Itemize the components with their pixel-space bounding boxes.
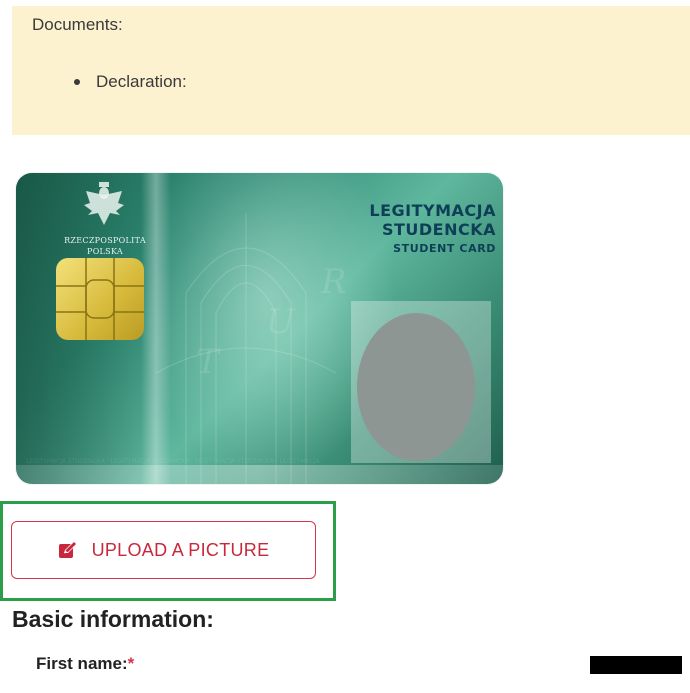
documents-list: Declaration: bbox=[74, 72, 187, 92]
first-name-text: First name: bbox=[36, 654, 128, 673]
card-title-line-3: STUDENT CARD bbox=[393, 242, 496, 255]
documents-notice: Documents: Declaration: bbox=[12, 6, 690, 135]
documents-title: Documents: bbox=[32, 15, 123, 34]
edit-icon bbox=[58, 542, 76, 558]
card-title-line-1: LEGITYMACJA bbox=[369, 201, 496, 220]
issuer-text: RZECZPOSPOLITA POLSKA bbox=[46, 235, 164, 257]
card-title-line-2: STUDENCKA bbox=[381, 220, 496, 239]
chip-contacts bbox=[56, 258, 144, 340]
redacted-value bbox=[590, 656, 682, 674]
svg-text:U: U bbox=[266, 302, 296, 342]
upload-picture-button[interactable]: UPLOAD A PICTURE bbox=[11, 521, 316, 579]
svg-text:T: T bbox=[196, 342, 221, 382]
bullet-icon bbox=[74, 79, 80, 85]
page: Documents: Declaration: T U R LEGITYMACJ… bbox=[0, 0, 690, 693]
issuer-line-1: RZECZPOSPOLITA bbox=[64, 236, 146, 245]
card-footer-strip bbox=[16, 465, 503, 484]
required-mark: * bbox=[127, 654, 135, 673]
eagle-emblem-icon bbox=[84, 182, 124, 225]
svg-text:R: R bbox=[320, 262, 347, 302]
student-card-image: T U R LEGITYMACJA STUDENCKA · LEGITYMACJ… bbox=[16, 173, 503, 484]
chip-icon bbox=[56, 258, 144, 340]
svg-text:LEGITYMACJA STUDENCKA · LEGITY: LEGITYMACJA STUDENCKA · LEGITYMACJA STUD… bbox=[26, 458, 321, 465]
upload-picture-label: UPLOAD A PICTURE bbox=[91, 539, 270, 560]
section-title: Basic information: bbox=[12, 606, 214, 632]
photo-placeholder bbox=[357, 313, 475, 461]
first-name-label: First name:* bbox=[36, 654, 134, 674]
document-item-label: Declaration: bbox=[96, 72, 187, 91]
card-title: LEGITYMACJA STUDENCKA STUDENT CARD bbox=[341, 201, 496, 257]
issuer-line-2: POLSKA bbox=[87, 247, 123, 256]
list-item: Declaration: bbox=[74, 72, 187, 92]
